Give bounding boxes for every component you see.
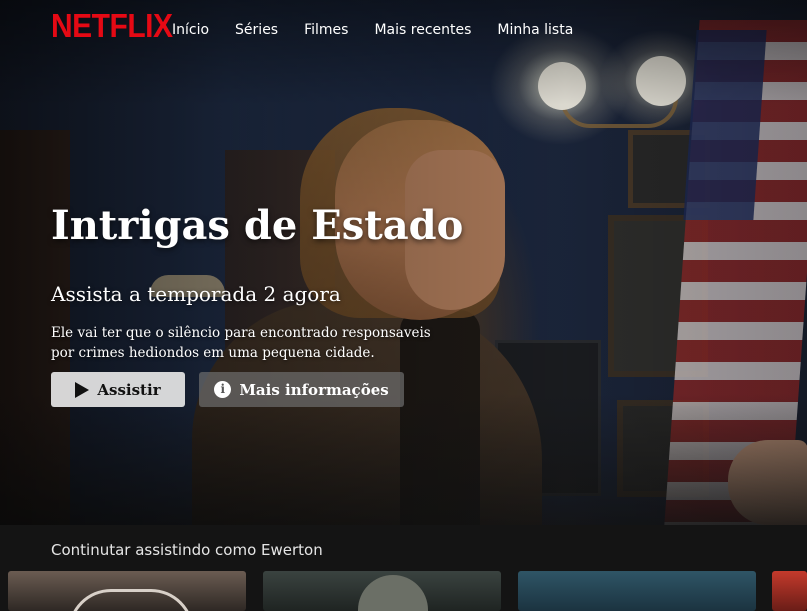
- hero-title: Intrigas de Estado: [51, 202, 464, 249]
- nav-item-series[interactable]: Séries: [235, 22, 278, 38]
- hero-subtitle: Assista a temporada 2 agora: [51, 282, 341, 306]
- nav-item-minha-lista[interactable]: Minha lista: [497, 22, 573, 38]
- row-title: Continutar assistindo como Ewerton: [51, 541, 323, 559]
- nav-item-mais-recentes[interactable]: Mais recentes: [374, 22, 471, 38]
- nav-item-inicio[interactable]: Início: [172, 22, 209, 38]
- top-navigation: NETFLIX Início Séries Filmes Mais recent…: [0, 0, 807, 62]
- row-thumbnail[interactable]: [263, 571, 501, 611]
- row-thumbnail[interactable]: [8, 571, 246, 611]
- hero-description: Ele vai ter que o silêncio para encontra…: [51, 325, 431, 361]
- more-info-button[interactable]: i Mais informações: [199, 372, 404, 407]
- row-thumbnail[interactable]: [772, 571, 807, 611]
- row-thumbnail[interactable]: [518, 571, 756, 611]
- hero-billboard: [0, 0, 807, 525]
- play-button-label: Assistir: [97, 380, 161, 399]
- play-button[interactable]: Assistir: [51, 372, 185, 407]
- more-info-button-label: Mais informações: [239, 380, 389, 399]
- play-icon: [75, 381, 90, 398]
- nav-item-filmes[interactable]: Filmes: [304, 22, 348, 38]
- netflix-logo[interactable]: NETFLIX: [51, 8, 173, 46]
- info-icon: i: [214, 381, 232, 398]
- hero-gradient-overlay: [0, 0, 807, 525]
- nav-links: Início Séries Filmes Mais recentes Minha…: [172, 22, 573, 38]
